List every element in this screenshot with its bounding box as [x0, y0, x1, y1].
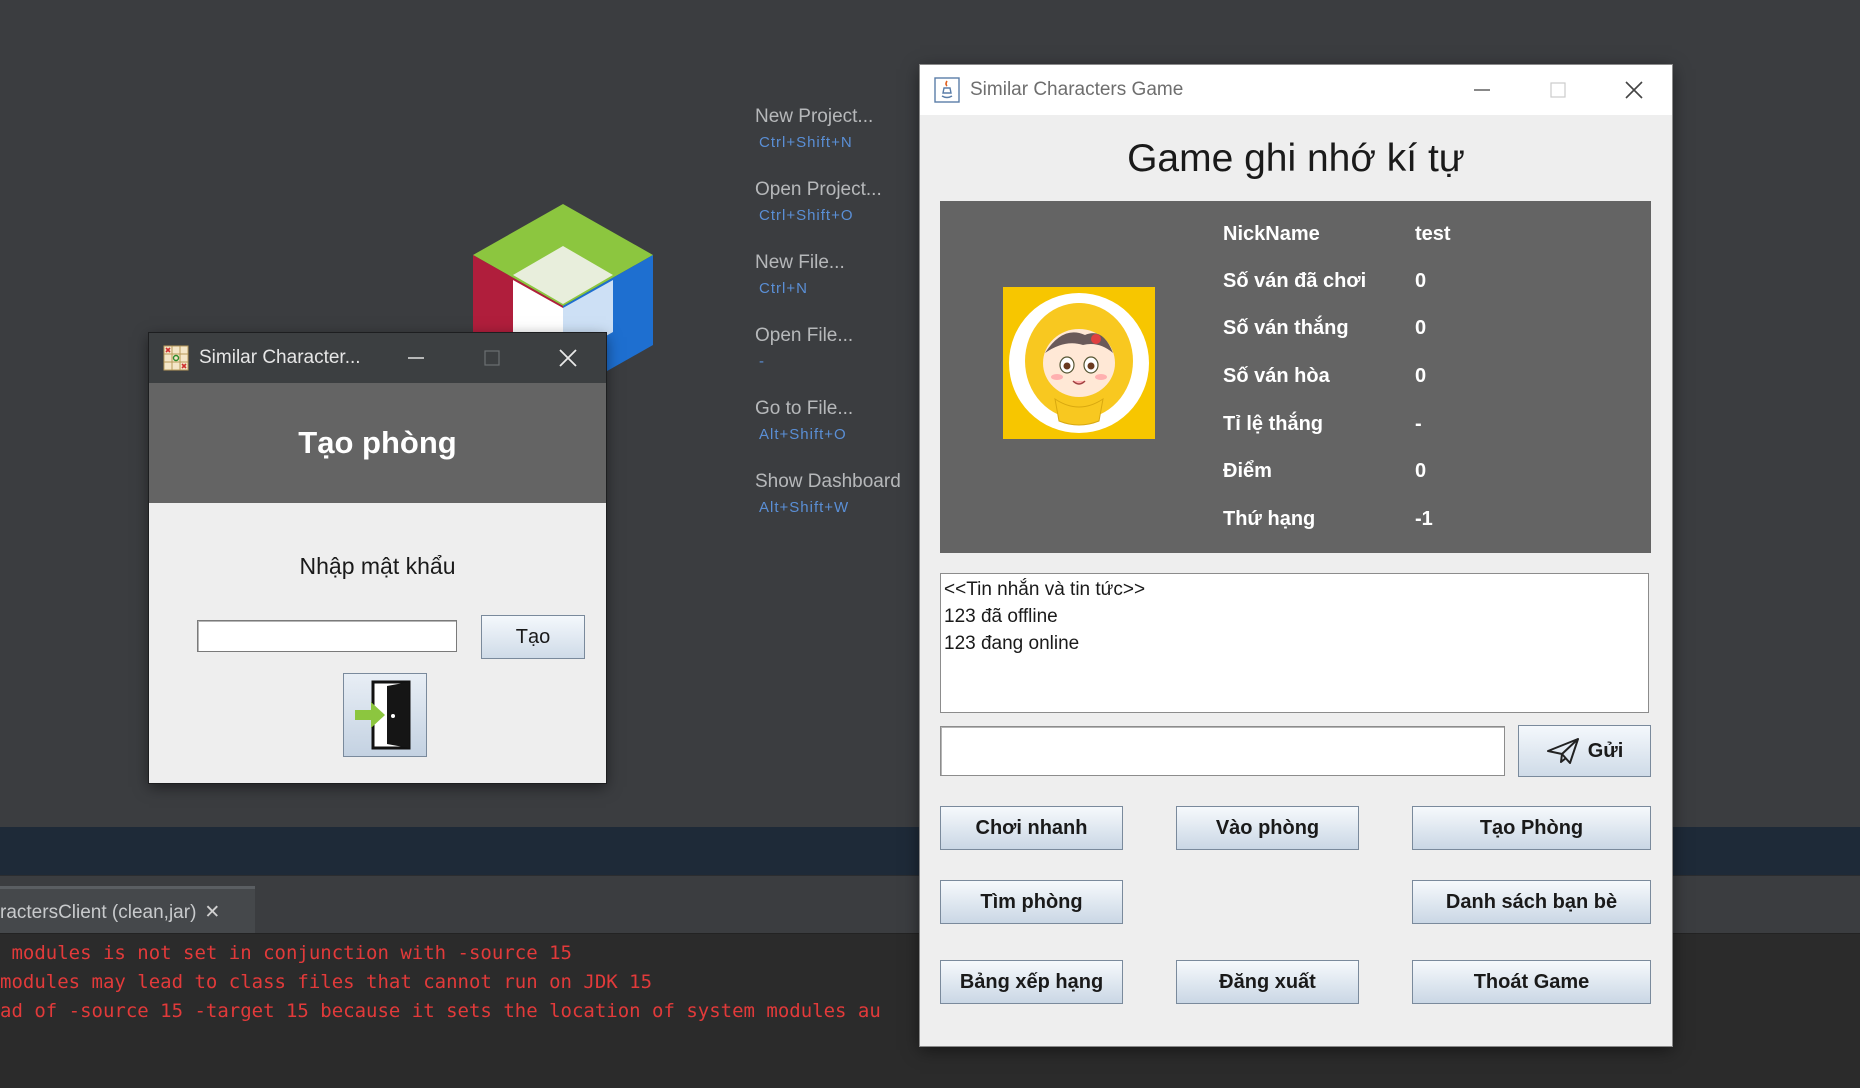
- stat-score: Điểm 0: [1223, 455, 1515, 487]
- maximize-icon: [484, 350, 500, 366]
- menu-item-label[interactable]: New File...: [755, 252, 925, 274]
- close-icon: [1625, 81, 1643, 99]
- stat-label: Số ván hòa: [1223, 364, 1330, 387]
- message-line: 123 đang online: [944, 633, 1080, 654]
- maximize-button[interactable]: [454, 333, 530, 383]
- menu-item-shortcut: Ctrl+Shift+N: [759, 134, 853, 151]
- java-app-icon: [934, 77, 960, 103]
- paper-plane-icon: [1546, 738, 1579, 764]
- stat-label: NickName: [1223, 222, 1320, 245]
- minimize-button[interactable]: [1444, 65, 1520, 115]
- close-icon: [559, 349, 577, 367]
- message-input[interactable]: [940, 726, 1505, 776]
- menu-item-label[interactable]: Open Project...: [755, 179, 925, 201]
- quit-game-button[interactable]: Thoát Game: [1412, 960, 1651, 1004]
- game-heading: Game ghi nhớ kí tự: [1127, 137, 1465, 180]
- menu-new-file[interactable]: New File... Ctrl+N: [755, 252, 925, 325]
- stat-nickname: NickName test: [1223, 218, 1515, 250]
- stat-label: Số ván thắng: [1223, 316, 1349, 339]
- output-tab[interactable]: ractersClient (clean,jar) ✕: [0, 886, 255, 934]
- maximize-button[interactable]: [1520, 65, 1596, 115]
- friends-list-button[interactable]: Danh sách bạn bè: [1412, 880, 1651, 924]
- menu-item-shortcut: Alt+Shift+O: [759, 426, 847, 443]
- menu-item-shortcut: Ctrl+N: [759, 280, 808, 297]
- menu-item-label[interactable]: New Project...: [755, 106, 925, 128]
- message-line: 123 đã offline: [944, 606, 1058, 627]
- stat-win-rate: Tỉ lệ thắng -: [1223, 408, 1515, 440]
- profile-panel: NickName test Số ván đã chơi 0 Số ván th…: [940, 201, 1651, 553]
- send-button[interactable]: Gửi: [1518, 725, 1651, 777]
- stat-label: Số ván đã chơi: [1223, 269, 1367, 292]
- stat-value: 0: [1415, 269, 1427, 292]
- stat-value: -1: [1415, 507, 1433, 530]
- menu-item-shortcut: -: [759, 353, 765, 370]
- stat-value: 0: [1415, 316, 1427, 339]
- stat-rank: Thứ hạng -1: [1223, 503, 1515, 535]
- minimize-button[interactable]: [378, 333, 454, 383]
- stat-draws: Số ván hòa 0: [1223, 360, 1515, 392]
- menu-open-file[interactable]: Open File... -: [755, 325, 925, 398]
- send-label: Gửi: [1587, 739, 1624, 762]
- menu-open-project[interactable]: Open Project... Ctrl+Shift+O: [755, 179, 925, 252]
- console-line: modules is not set in conjunction with -…: [0, 942, 572, 964]
- menu-item-label[interactable]: Open File...: [755, 325, 925, 347]
- maximize-icon: [1550, 82, 1566, 98]
- close-icon[interactable]: ✕: [204, 902, 220, 923]
- stat-value: -: [1415, 412, 1422, 435]
- stat-wins: Số ván thắng 0: [1223, 312, 1515, 344]
- dialog-heading: Tạo phòng: [149, 383, 606, 503]
- menu-new-project[interactable]: New Project... Ctrl+Shift+N: [755, 106, 925, 179]
- password-field[interactable]: [197, 620, 457, 652]
- menu-item-label[interactable]: Show Dashboard: [755, 471, 925, 493]
- join-room-button[interactable]: Vào phòng: [1176, 806, 1359, 850]
- enter-room-button[interactable]: [343, 673, 427, 757]
- menu-item-shortcut: Alt+Shift+W: [759, 499, 850, 516]
- menu-item-label[interactable]: Go to File...: [755, 398, 925, 420]
- console-line: modules may lead to class files that can…: [0, 971, 653, 993]
- game-app-icon: [163, 345, 189, 371]
- menu-item-shortcut: Ctrl+Shift+O: [759, 207, 854, 224]
- stat-label: Thứ hạng: [1223, 507, 1316, 530]
- message-line: <<Tin nhắn và tin tức>>: [944, 579, 1146, 600]
- window-title: Similar Character...: [199, 347, 361, 368]
- door-enter-icon: [355, 680, 411, 750]
- console-line: ad of -source 15 -target 15 because it s…: [0, 1000, 881, 1022]
- password-label: Nhập mật khẩu: [299, 553, 456, 579]
- close-button[interactable]: [1596, 65, 1672, 115]
- stat-games-played: Số ván đã chơi 0: [1223, 265, 1515, 297]
- window-title: Similar Characters Game: [970, 79, 1184, 100]
- create-button[interactable]: Tạo: [481, 615, 585, 659]
- main-game-window: Similar Characters Game Game ghi nhớ kí …: [920, 65, 1672, 1046]
- message-log[interactable]: <<Tin nhắn và tin tức>> 123 đã offline 1…: [940, 573, 1649, 713]
- window-titlebar[interactable]: Similar Character...: [149, 333, 606, 383]
- find-room-button[interactable]: Tìm phòng: [940, 880, 1123, 924]
- menu-go-to-file[interactable]: Go to File... Alt+Shift+O: [755, 398, 925, 471]
- avatar: [1003, 287, 1155, 439]
- create-room-window: Similar Character... Tạo phòng Nhập mật …: [149, 333, 606, 783]
- logout-button[interactable]: Đăng xuất: [1176, 960, 1359, 1004]
- stat-value: 0: [1415, 459, 1427, 482]
- quick-play-button[interactable]: Chơi nhanh: [940, 806, 1123, 850]
- leaderboard-button[interactable]: Bảng xếp hạng: [940, 960, 1123, 1004]
- output-tab-label: ractersClient (clean,jar): [0, 902, 197, 923]
- minimize-icon: [1474, 89, 1490, 91]
- stat-value: test: [1415, 222, 1451, 245]
- stat-value: 0: [1415, 364, 1427, 387]
- stat-label: Điểm: [1223, 459, 1272, 482]
- stat-label: Tỉ lệ thắng: [1223, 412, 1323, 435]
- minimize-icon: [408, 357, 424, 359]
- window-titlebar[interactable]: Similar Characters Game: [920, 65, 1672, 115]
- close-button[interactable]: [530, 333, 606, 383]
- create-room-button[interactable]: Tạo Phòng: [1412, 806, 1651, 850]
- avatar-image-icon: [1009, 293, 1149, 433]
- ide-start-menu: New Project... Ctrl+Shift+N Open Project…: [755, 106, 925, 544]
- menu-show-dashboard[interactable]: Show Dashboard Alt+Shift+W: [755, 471, 925, 544]
